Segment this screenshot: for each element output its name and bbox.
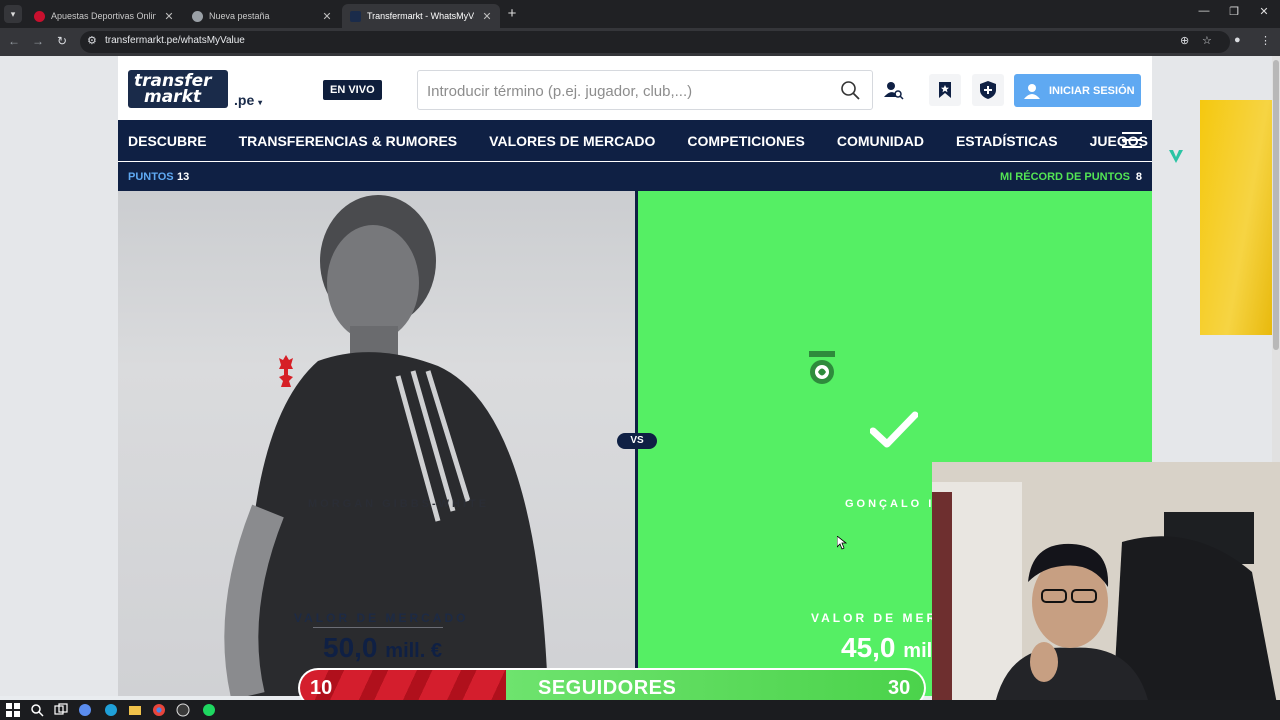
obs-icon[interactable]	[176, 703, 190, 717]
os-taskbar	[0, 700, 1280, 720]
mouse-cursor-icon	[837, 536, 847, 550]
login-button[interactable]: INICIAR SESIÓN	[1014, 74, 1141, 107]
nottingham-forest-crest-icon	[279, 355, 293, 387]
zoom-icon[interactable]: ⊕	[1180, 34, 1189, 47]
country-selector[interactable]: .pe ▾	[234, 92, 262, 108]
market-value-left: 50,0 mill. €	[323, 632, 442, 664]
sporting-cp-crest-icon	[809, 351, 835, 384]
close-tab-icon[interactable]: ✕	[480, 10, 494, 23]
reload-icon[interactable]: ↻	[54, 34, 70, 48]
market-value-divider	[313, 627, 443, 628]
webcam-image	[932, 462, 1280, 720]
tab-favicon-icon	[350, 10, 361, 22]
bookmark-star-icon[interactable]: ☆	[1202, 34, 1212, 47]
logo-line-2: markt	[144, 87, 202, 107]
back-icon[interactable]: ←	[6, 34, 22, 48]
task-view-icon[interactable]	[54, 703, 68, 717]
chevron-down-icon: ▾	[258, 98, 263, 107]
search-input[interactable]	[427, 80, 827, 102]
tab-favicon-icon	[192, 10, 203, 22]
edge-icon[interactable]	[104, 703, 118, 717]
tab-favicon-icon	[34, 10, 45, 22]
nav-item-competiciones[interactable]: COMPETICIONES	[687, 133, 804, 149]
record-value: 8	[1135, 171, 1142, 183]
close-tab-icon[interactable]: ✕	[320, 10, 334, 23]
browser-tab-active[interactable]: Transfermarkt - WhatsMyValue ✕	[342, 4, 500, 28]
windows-start-icon[interactable]	[6, 703, 20, 717]
browser-tab-bar: ▾ Apuestas Deportivas Online | A ✕ Nueva…	[0, 0, 1280, 28]
file-explorer-icon[interactable]	[128, 703, 142, 717]
market-value-label-left: VALOR DE MERCADO	[294, 611, 469, 625]
market-value-amount-right: 45,0	[841, 632, 896, 663]
record-label: MI RÉCORD DE PUNTOS	[1000, 171, 1130, 183]
tab-title: Nueva pestaña	[209, 11, 270, 21]
address-bar[interactable]	[80, 31, 1230, 53]
login-label: INICIAR SESIÓN	[1049, 84, 1135, 97]
site-info-icon[interactable]: ⚙	[87, 34, 97, 47]
restore-icon[interactable]: ❐	[1226, 5, 1242, 18]
player-search-icon[interactable]	[878, 74, 910, 106]
market-value-unit-left: mill. €	[385, 640, 442, 662]
hamburger-menu-icon[interactable]	[1122, 131, 1142, 149]
market-value-amount-left: 50,0	[323, 632, 378, 663]
nav-item-estadisticas[interactable]: ESTADÍSTICAS	[956, 133, 1058, 149]
copilot-icon[interactable]	[78, 703, 92, 717]
profile-avatar-icon[interactable]: ●	[1234, 34, 1241, 46]
search-icon[interactable]	[840, 80, 860, 100]
player-name-left: MORGAN GIBBS-WHITE	[308, 498, 490, 510]
close-window-icon[interactable]: ✕	[1256, 5, 1272, 18]
market-value-right: 45,0 mill.	[841, 632, 943, 664]
tab-title: Apuestas Deportivas Online | A	[51, 11, 156, 21]
transfermarkt-logo[interactable]: transfer markt	[128, 70, 228, 108]
market-value-label-right: VALOR DE MER	[811, 611, 939, 625]
main-navigation: DESCUBRE TRANSFERENCIAS & RUMORES VALORE…	[118, 120, 1152, 161]
scrollbar-thumb[interactable]	[1273, 60, 1279, 350]
shield-icon[interactable]	[972, 74, 1004, 106]
new-tab-button[interactable]: +	[504, 5, 520, 22]
webcam-feed	[932, 462, 1280, 720]
user-icon	[1024, 83, 1040, 99]
follower-goal-title: SEGUIDORES	[538, 677, 677, 699]
search-icon[interactable]	[30, 703, 44, 717]
url-text[interactable]: transfermarkt.pe/whatsMyValue	[105, 35, 245, 46]
ad-brand-icon	[1169, 150, 1183, 163]
close-tab-icon[interactable]: ✕	[162, 10, 176, 23]
vs-badge: VS	[617, 433, 657, 449]
points-bar: PUNTOS 13 MI RÉCORD DE PUNTOS 8	[118, 162, 1152, 191]
points-label: PUNTOS	[128, 171, 174, 183]
forward-icon[interactable]: →	[30, 34, 46, 48]
follower-goal-target: 30	[888, 677, 911, 699]
tab-search-button[interactable]: ▾	[4, 5, 22, 23]
checkmark-icon	[870, 411, 918, 448]
browser-tab[interactable]: Nueva pestaña ✕	[184, 4, 340, 28]
spotify-icon[interactable]	[202, 703, 216, 717]
nav-item-descubre[interactable]: DESCUBRE	[128, 133, 207, 149]
nav-item-comunidad[interactable]: COMUNIDAD	[837, 133, 924, 149]
tab-title: Transfermarkt - WhatsMyValue	[367, 11, 474, 21]
chrome-icon[interactable]	[152, 703, 166, 717]
player-card-left[interactable]: MORGAN GIBBS-WHITE VALOR DE MERCADO 50,0…	[118, 191, 635, 696]
side-advertisement[interactable]	[1200, 100, 1272, 335]
nav-item-valores[interactable]: VALORES DE MERCADO	[489, 133, 655, 149]
search-box	[417, 70, 873, 110]
follower-count: 10	[310, 677, 333, 699]
nav-item-transferencias[interactable]: TRANSFERENCIAS & RUMORES	[239, 133, 458, 149]
browser-toolbar: ← → ↻ ⚙ transfermarkt.pe/whatsMyValue ⊕ …	[0, 28, 1280, 56]
watchlist-icon[interactable]	[929, 74, 961, 106]
browser-menu-icon[interactable]: ⋮	[1260, 34, 1271, 47]
browser-tab[interactable]: Apuestas Deportivas Online | A ✕	[26, 4, 182, 28]
live-badge[interactable]: EN VIVO	[323, 80, 382, 100]
points-value: 13	[177, 171, 190, 183]
minimize-icon[interactable]: —	[1196, 5, 1212, 17]
country-suffix: .pe	[234, 92, 255, 108]
